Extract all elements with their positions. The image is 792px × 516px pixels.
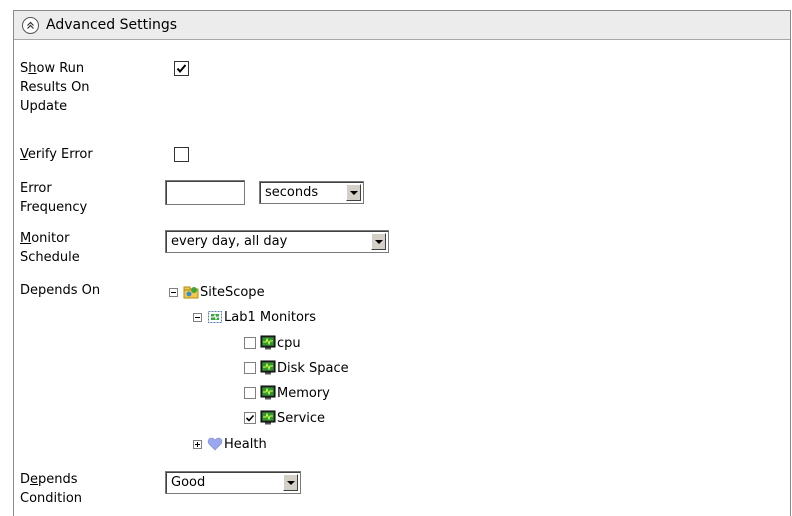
- tree-node-label: Disk Space: [277, 360, 349, 376]
- tree-node-memory[interactable]: Memory: [244, 383, 330, 403]
- tree-node-health[interactable]: Health: [193, 434, 267, 454]
- advanced-settings-header[interactable]: Advanced Settings: [14, 11, 790, 40]
- tree-node-label: Memory: [277, 385, 330, 401]
- label-mnemonic: M: [20, 231, 32, 246]
- dropdown-arrow-icon[interactable]: [283, 474, 298, 491]
- label-text: Error: [20, 181, 52, 196]
- label-text: Update: [20, 99, 68, 114]
- tree-node-lab1-monitors[interactable]: Lab1 Monitors: [193, 307, 316, 327]
- label-text: erify Error: [27, 147, 93, 162]
- monitor-icon: [260, 385, 276, 400]
- monitor-icon: [260, 410, 276, 425]
- cpu-monitor-checkbox[interactable]: [244, 337, 256, 349]
- error-frequency-label: Error Frequency: [20, 179, 135, 217]
- memory-monitor-checkbox[interactable]: [244, 387, 256, 399]
- heart-icon: [207, 437, 223, 451]
- label-mnemonic: e: [30, 472, 39, 487]
- verify-error-checkbox[interactable]: [174, 147, 189, 162]
- label-text: Condition: [20, 491, 83, 506]
- show-run-results-checkbox[interactable]: [174, 61, 189, 76]
- dropdown-arrow-icon[interactable]: [346, 184, 361, 201]
- label-text: Results On: [20, 80, 90, 95]
- tree-node-cpu[interactable]: cpu: [244, 333, 301, 353]
- group-icon: [208, 311, 222, 323]
- label-text: D: [20, 472, 31, 487]
- error-frequency-unit-select[interactable]: seconds: [259, 181, 364, 204]
- verify-error-label: Verify Error: [20, 145, 135, 164]
- show-run-results-label: Show Run Results On Update: [20, 59, 135, 116]
- error-frequency-unit-value: seconds: [265, 185, 319, 200]
- tree-node-label: Health: [224, 436, 267, 452]
- label-text: onitor: [31, 231, 70, 246]
- depends-condition-label: Depends Condition: [20, 470, 135, 508]
- monitor-icon: [260, 335, 276, 350]
- expand-tree-icon[interactable]: [193, 439, 202, 449]
- depends-on-label: Depends On: [20, 281, 135, 300]
- depends-condition-select[interactable]: Good: [165, 471, 301, 494]
- section-title: Advanced Settings: [46, 17, 178, 33]
- error-frequency-input[interactable]: [165, 180, 245, 205]
- monitor-schedule-label: Monitor Schedule: [20, 229, 135, 267]
- collapse-tree-icon[interactable]: [193, 312, 202, 322]
- service-monitor-checkbox[interactable]: [244, 412, 256, 424]
- tree-node-label: cpu: [277, 335, 301, 351]
- dropdown-arrow-icon[interactable]: [371, 233, 386, 250]
- sitescope-folder-icon: [183, 286, 199, 299]
- label-text: ow Run: [36, 61, 85, 76]
- label-text: Schedule: [20, 250, 80, 265]
- tree-node-label: Lab1 Monitors: [224, 309, 317, 325]
- label-mnemonic: V: [20, 147, 28, 162]
- label-text: Depends On: [20, 283, 101, 298]
- label-text: pends: [38, 472, 78, 487]
- tree-node-sitescope[interactable]: SiteScope: [169, 282, 265, 302]
- label-mnemonic: h: [28, 61, 37, 76]
- tree-node-disk-space[interactable]: Disk Space: [244, 358, 349, 378]
- tree-node-service[interactable]: Service: [244, 408, 325, 428]
- tree-node-label: SiteScope: [200, 284, 265, 300]
- monitor-icon: [260, 360, 276, 375]
- disk-space-monitor-checkbox[interactable]: [244, 362, 256, 374]
- monitor-schedule-select[interactable]: every day, all day: [165, 230, 389, 253]
- depends-condition-value: Good: [171, 475, 206, 490]
- tree-node-label: Service: [277, 410, 326, 426]
- collapse-icon[interactable]: [22, 16, 39, 34]
- label-text: Frequency: [20, 200, 88, 215]
- checkmark-icon: [245, 414, 255, 422]
- collapse-tree-icon[interactable]: [169, 287, 178, 297]
- monitor-schedule-value: every day, all day: [171, 234, 288, 249]
- checkmark-icon: [176, 64, 187, 74]
